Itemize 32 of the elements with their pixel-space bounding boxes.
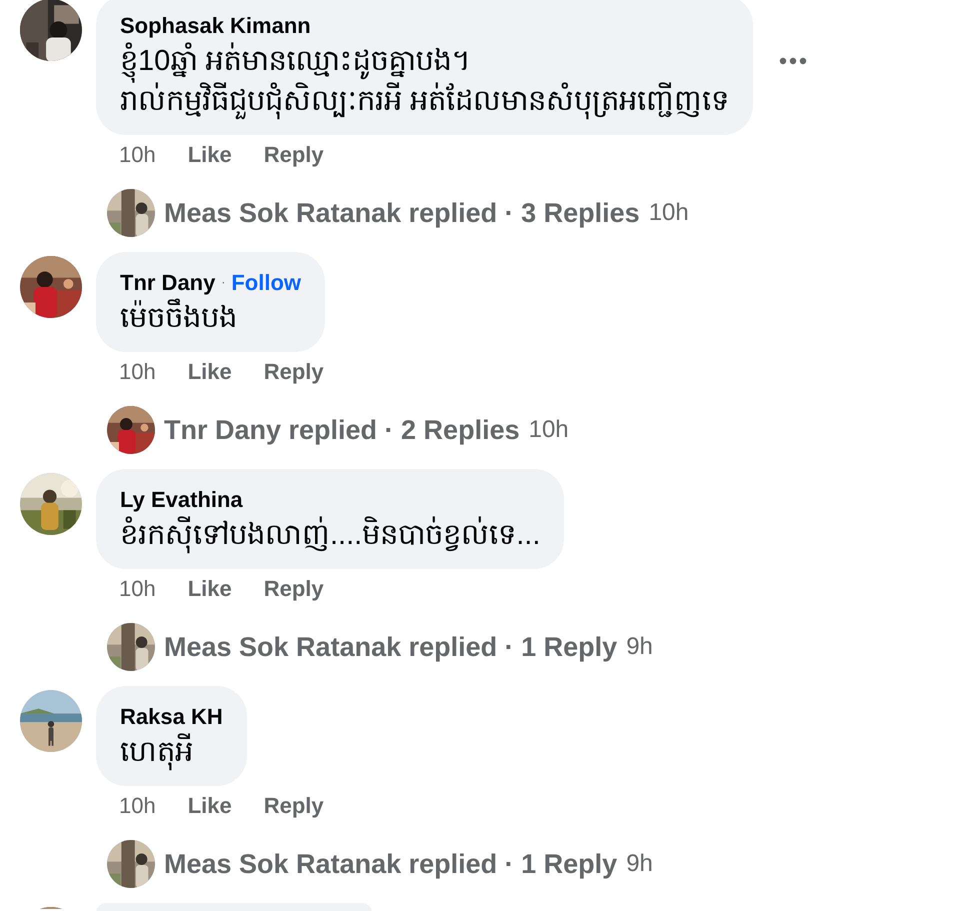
like-button[interactable]: Like [188, 788, 232, 822]
timestamp: 10h [648, 198, 689, 228]
timestamp: 9h [626, 632, 653, 662]
author-name[interactable]: Sophasak Kimann [120, 8, 311, 42]
reply-button[interactable]: Reply [264, 788, 324, 822]
timestamp: 10h [119, 140, 156, 168]
more-options-icon[interactable] [779, 57, 808, 65]
reply-button[interactable]: Reply [264, 138, 324, 170]
replies-link[interactable]: Meas Sok Ratanak replied · 1 Reply [164, 626, 618, 668]
comment-text: រាល់កម្មវិធីជួបជុំសិល្បៈករអី អត់ដែលមានសំបុត្រអញ្ជើញទេ [120, 81, 730, 121]
replies-link[interactable]: Tnr Dany replied · 2 Replies [164, 410, 520, 450]
like-button[interactable]: Like [188, 138, 232, 170]
timestamp: 10h [119, 574, 156, 602]
timestamp: 10h [119, 792, 156, 820]
comment-text: ខំរកស៊ីទៅបងលាញ់....មិនបាច់ខ្វល់ទេ... [120, 515, 540, 555]
timestamp: 10h [528, 415, 569, 445]
replies-link[interactable]: Meas Sok Ratanak replied · 1 Reply [164, 844, 618, 884]
like-button[interactable]: Like [188, 572, 232, 604]
reply-button[interactable]: Reply [264, 572, 324, 604]
reply-button[interactable]: Reply [264, 354, 324, 388]
separator-dot: · [221, 274, 226, 291]
comment-text: ម៉េចចឹងបង [120, 298, 302, 338]
timestamp: 10h [119, 358, 156, 386]
follow-link[interactable]: Follow [231, 266, 302, 298]
author-name[interactable]: Raksa KH [120, 700, 223, 732]
comment-text: ហេតុអី [120, 732, 223, 772]
author-name[interactable]: Tnr Dany [120, 266, 216, 298]
timestamp: 9h [626, 849, 653, 879]
author-name[interactable]: Ly Evathina [120, 482, 243, 516]
replies-link[interactable]: Meas Sok Ratanak replied · 3 Replies [164, 192, 640, 234]
comment-text: ខ្ញុំ10ឆ្នាំ អត់មានឈ្មោះដូចគ្នាបង។ [120, 41, 730, 81]
like-button[interactable]: Like [188, 354, 232, 388]
